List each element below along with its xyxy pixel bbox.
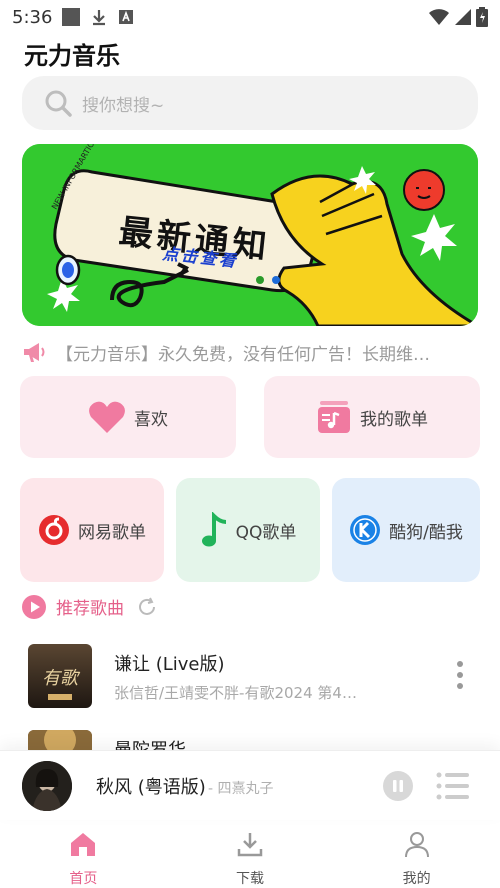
carousel-dots xyxy=(256,276,280,284)
carousel-dot[interactable] xyxy=(256,276,264,284)
a-status-icon xyxy=(119,10,134,24)
song-row[interactable]: 曼陀罗华 xyxy=(0,730,500,750)
song-cover: 有歌 xyxy=(28,644,92,708)
megaphone-icon xyxy=(24,343,45,362)
notification-square-icon xyxy=(62,8,81,26)
kugou-icon xyxy=(350,515,381,545)
nav-home-label: 首页 xyxy=(69,871,98,887)
carousel-dot-active[interactable] xyxy=(272,276,280,284)
nav-mine-label: 我的 xyxy=(402,871,431,887)
qq-music-icon xyxy=(201,512,226,547)
notice-marquee[interactable]: 【元力音乐】永久免费，没有任何广告！长期维… xyxy=(22,338,482,366)
nav-download-label: 下载 xyxy=(236,871,264,887)
heart-icon xyxy=(89,401,125,433)
like-button[interactable]: 喜欢 xyxy=(20,376,236,458)
nav-home[interactable]: 首页 xyxy=(0,820,167,888)
player-title: 秋风 (粤语版) xyxy=(96,777,206,798)
status-bar: 5:36 xyxy=(0,0,500,34)
notice-text: 【元力音乐】永久免费，没有任何广告！长期维… xyxy=(56,344,430,365)
netease-label: 网易歌单 xyxy=(78,522,146,543)
banner-carousel[interactable]: NEW INFORMARTION 最新通知 点击查看 xyxy=(22,144,478,326)
search-icon xyxy=(45,90,72,117)
playlist-icon xyxy=(318,401,350,433)
search-placeholder: 搜你想搜~ xyxy=(82,95,165,116)
status-left-icons xyxy=(62,8,134,26)
bottom-navigation: 首页 下载 我的 xyxy=(0,820,500,888)
refresh-icon[interactable] xyxy=(136,596,158,618)
netease-playlist-button[interactable]: 网易歌单 xyxy=(20,478,164,582)
qq-label: QQ歌单 xyxy=(235,522,297,543)
nav-mine[interactable]: 我的 xyxy=(333,820,500,888)
recommend-header: 推荐歌曲 xyxy=(22,594,158,619)
playlist-queue-icon[interactable] xyxy=(436,771,470,801)
my-playlist-button[interactable]: 我的歌单 xyxy=(264,376,480,458)
wifi-icon xyxy=(429,9,449,25)
player-artist: - 四熹丸子 xyxy=(208,781,274,797)
song-cover xyxy=(28,730,92,750)
status-right-icons xyxy=(428,7,488,27)
nav-download[interactable]: 下载 xyxy=(167,820,334,888)
my-playlist-label: 我的歌单 xyxy=(360,409,428,430)
user-icon xyxy=(404,832,429,858)
search-input[interactable]: 搜你想搜~ xyxy=(22,76,478,130)
song-title: 谦让 (Live版) xyxy=(114,654,225,675)
song-row[interactable]: 有歌 谦让 (Live版) 张信哲/王靖雯不胖-有歌2024 第4… xyxy=(0,644,500,728)
download-status-icon xyxy=(93,10,106,26)
pause-icon[interactable] xyxy=(382,770,414,802)
home-icon xyxy=(71,833,96,856)
play-circle-icon xyxy=(22,594,46,619)
like-label: 喜欢 xyxy=(134,409,168,430)
song-title: 曼陀罗华 xyxy=(114,736,186,750)
song-subtitle: 张信哲/王靖雯不胖-有歌2024 第4… xyxy=(114,684,357,702)
svg-text:有歌: 有歌 xyxy=(42,668,81,689)
more-vertical-icon[interactable] xyxy=(452,660,468,690)
kugou-playlist-button[interactable]: 酷狗/酷我 xyxy=(332,478,480,582)
signal-icon xyxy=(455,9,471,25)
status-time: 5:36 xyxy=(12,6,53,28)
player-cover xyxy=(22,761,72,811)
mini-player[interactable]: 秋风 (粤语版) - 四熹丸子 xyxy=(0,750,500,820)
kugou-label: 酷狗/酷我 xyxy=(389,522,463,543)
download-icon xyxy=(237,833,263,857)
recommend-title: 推荐歌曲 xyxy=(56,599,124,619)
netease-icon xyxy=(39,515,69,545)
battery-icon xyxy=(476,7,488,27)
app-title: 元力音乐 xyxy=(24,42,120,70)
qq-playlist-button[interactable]: QQ歌单 xyxy=(176,478,320,582)
